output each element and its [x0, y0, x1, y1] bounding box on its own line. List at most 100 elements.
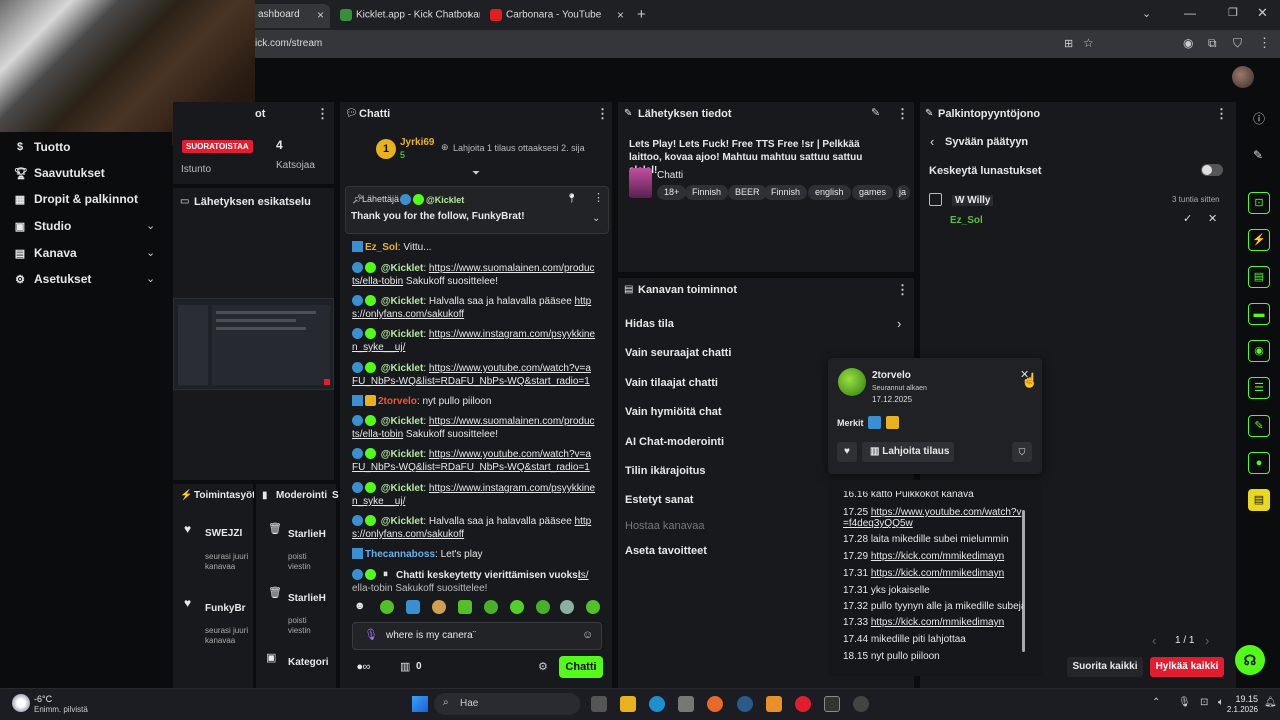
- tag-chip[interactable]: Finnish: [764, 185, 808, 200]
- sidebar-item-revenue[interactable]: $ Tuotto: [14, 140, 70, 154]
- emote-icon[interactable]: [432, 600, 446, 614]
- scrollbar[interactable]: [1022, 510, 1025, 652]
- action-host-channel[interactable]: Hostaa kanavaa: [625, 520, 705, 532]
- sidebar-item-studio[interactable]: ▣ Studio: [14, 219, 72, 233]
- entry-checkbox[interactable]: [929, 193, 942, 206]
- reject-all-button[interactable]: Hylkää kaikki: [1150, 657, 1224, 677]
- queue-log-link[interactable]: https://www.youtube.com/watch?v=f4deq3yQ…: [843, 507, 1021, 529]
- chat-icon[interactable]: ▬: [1248, 303, 1270, 325]
- layout-icon[interactable]: ☰: [1248, 377, 1270, 399]
- microphone-icon[interactable]: 🎙︎: [1178, 697, 1191, 708]
- action-set-goals[interactable]: Aseta tavoitteet: [625, 545, 707, 557]
- users-icon[interactable]: ⦁: [1248, 452, 1270, 474]
- user-card-name[interactable]: 2torvelo: [872, 370, 911, 381]
- moderation-name[interactable]: Kategori: [288, 657, 334, 668]
- queue-log-link[interactable]: https://kick.com/mmikedimayn: [871, 568, 1004, 579]
- action-emote-only[interactable]: Vain hymiöitä chat: [625, 406, 722, 418]
- emote-icon[interactable]: [380, 600, 394, 614]
- extensions-icon[interactable]: ⧉: [1208, 36, 1217, 51]
- chat-username[interactable]: @Kicklet: [381, 296, 424, 307]
- close-icon[interactable]: ×: [617, 8, 624, 22]
- chat-username[interactable]: @Kicklet: [381, 263, 424, 274]
- sidebar-item-channel[interactable]: ▤ Kanava: [14, 246, 77, 260]
- tab-youtube[interactable]: Carbonara - YouTube ×: [482, 4, 630, 28]
- more-icon[interactable]: ⋮: [593, 191, 604, 204]
- maximize-icon[interactable]: ❐: [1228, 6, 1238, 19]
- sidebar-item-settings[interactable]: ⚙ Asetukset: [14, 272, 91, 286]
- emote-icon[interactable]: [458, 600, 472, 614]
- send-chat-button[interactable]: Chatti: [559, 656, 603, 678]
- moderation-name[interactable]: StarlieH: [288, 529, 334, 540]
- sidebar-item-achievements[interactable]: 🏆︎ Saavutukset: [14, 166, 105, 180]
- pinned-sender[interactable]: @Kicklet: [400, 194, 464, 205]
- info-icon[interactable]: ⓘ: [1253, 110, 1265, 127]
- tab-search-icon[interactable]: ⌄: [1142, 7, 1151, 20]
- support-icon[interactable]: ☊: [1235, 645, 1265, 675]
- start-icon[interactable]: [412, 696, 428, 712]
- chevron-down-icon[interactable]: ⌄: [146, 219, 155, 232]
- unpin-icon[interactable]: 📍︎: [566, 193, 577, 204]
- tag-chip[interactable]: Finnish: [685, 185, 729, 200]
- tab-dashboard[interactable]: ashboard ×: [250, 4, 330, 28]
- network-icon[interactable]: ⊡: [1200, 697, 1208, 708]
- tag-chip[interactable]: english: [808, 185, 851, 200]
- more-icon[interactable]: ⋮: [316, 106, 329, 122]
- install-icon[interactable]: ⊞: [1064, 37, 1073, 50]
- task-view-icon[interactable]: [591, 696, 607, 712]
- bookmark-star-icon[interactable]: ☆: [1083, 36, 1094, 50]
- tag-chip[interactable]: 18+: [657, 185, 687, 200]
- chat-username[interactable]: Ez_Sol: [365, 242, 398, 253]
- minimize-icon[interactable]: —: [1184, 6, 1196, 20]
- action-blocked-words[interactable]: Estetyt sanat: [625, 494, 693, 506]
- tag-chip[interactable]: games: [852, 185, 894, 200]
- profile-icon[interactable]: ◉: [1183, 36, 1193, 50]
- pencil-icon[interactable]: ✎: [871, 106, 880, 119]
- taskbar-search[interactable]: [434, 693, 580, 715]
- emote-icon[interactable]: [484, 600, 498, 614]
- action-followers-only[interactable]: Vain seuraajat chatti: [625, 347, 731, 359]
- chat-username[interactable]: @Kicklet: [381, 329, 424, 340]
- shield-icon[interactable]: ⛉: [1012, 442, 1032, 462]
- emote-icon[interactable]: [586, 600, 600, 614]
- emoji-icon[interactable]: ☺: [582, 629, 593, 641]
- chevron-right-icon[interactable]: ›: [897, 316, 901, 331]
- chat-username[interactable]: 2torvelo: [378, 396, 417, 407]
- more-icon[interactable]: ⋮: [596, 106, 609, 122]
- emote-icon[interactable]: [406, 600, 420, 614]
- url-field[interactable]: kick.com/stream: [250, 34, 1100, 54]
- tag-chip[interactable]: ja: [896, 185, 910, 200]
- queue-log-link[interactable]: https://kick.com/mmikedimayn: [871, 551, 1004, 562]
- queue-log-link[interactable]: https://kick.com/mmikedimayn: [871, 617, 1004, 628]
- reward-name[interactable]: Syvään päätyyn: [945, 136, 1028, 148]
- shield-icon[interactable]: ⛉: [1233, 36, 1242, 51]
- tab-kicklet[interactable]: Kicklet.app - Kick Chatbot and ×: [332, 4, 480, 28]
- chat-username[interactable]: @Kicklet: [381, 483, 424, 494]
- moderation-name[interactable]: StarlieH: [288, 593, 334, 604]
- obs-icon[interactable]: [853, 696, 869, 712]
- firefox-icon[interactable]: [707, 696, 723, 712]
- microphone-icon[interactable]: 🎙︎: [364, 628, 378, 641]
- more-icon[interactable]: ⋮: [1215, 106, 1228, 122]
- stream-preview-video[interactable]: [173, 298, 334, 390]
- opera-icon[interactable]: [795, 696, 811, 712]
- capture-icon[interactable]: ⊡: [1248, 192, 1270, 214]
- close-icon[interactable]: ×: [467, 8, 474, 22]
- notifications-icon[interactable]: 🔔︎: [1264, 697, 1277, 708]
- tag-chip[interactable]: BEER: [728, 185, 767, 200]
- pin-arrow-icon[interactable]: ⏷: [472, 168, 480, 179]
- chat-username[interactable]: @Kicklet: [381, 516, 424, 527]
- store-icon[interactable]: [678, 696, 694, 712]
- steam-icon[interactable]: [737, 696, 753, 712]
- approve-icon[interactable]: ✓: [1183, 212, 1192, 225]
- emote-icon[interactable]: [560, 600, 574, 614]
- kicks-icon[interactable]: ⦁∞: [357, 661, 370, 674]
- edge-icon[interactable]: [649, 696, 665, 712]
- document-icon[interactable]: ▤: [1248, 266, 1270, 288]
- emote-icon[interactable]: [536, 600, 550, 614]
- action-ai-moderation[interactable]: AI Chat-moderointi: [625, 436, 724, 448]
- next-page-icon[interactable]: ›: [1205, 633, 1209, 648]
- chevron-down-icon[interactable]: ⌄: [592, 213, 600, 224]
- category-name[interactable]: Chatti: [657, 170, 683, 181]
- action-subscribers-only[interactable]: Vain tilaajat chatti: [625, 377, 718, 389]
- chat-username[interactable]: @Kicklet: [381, 363, 424, 374]
